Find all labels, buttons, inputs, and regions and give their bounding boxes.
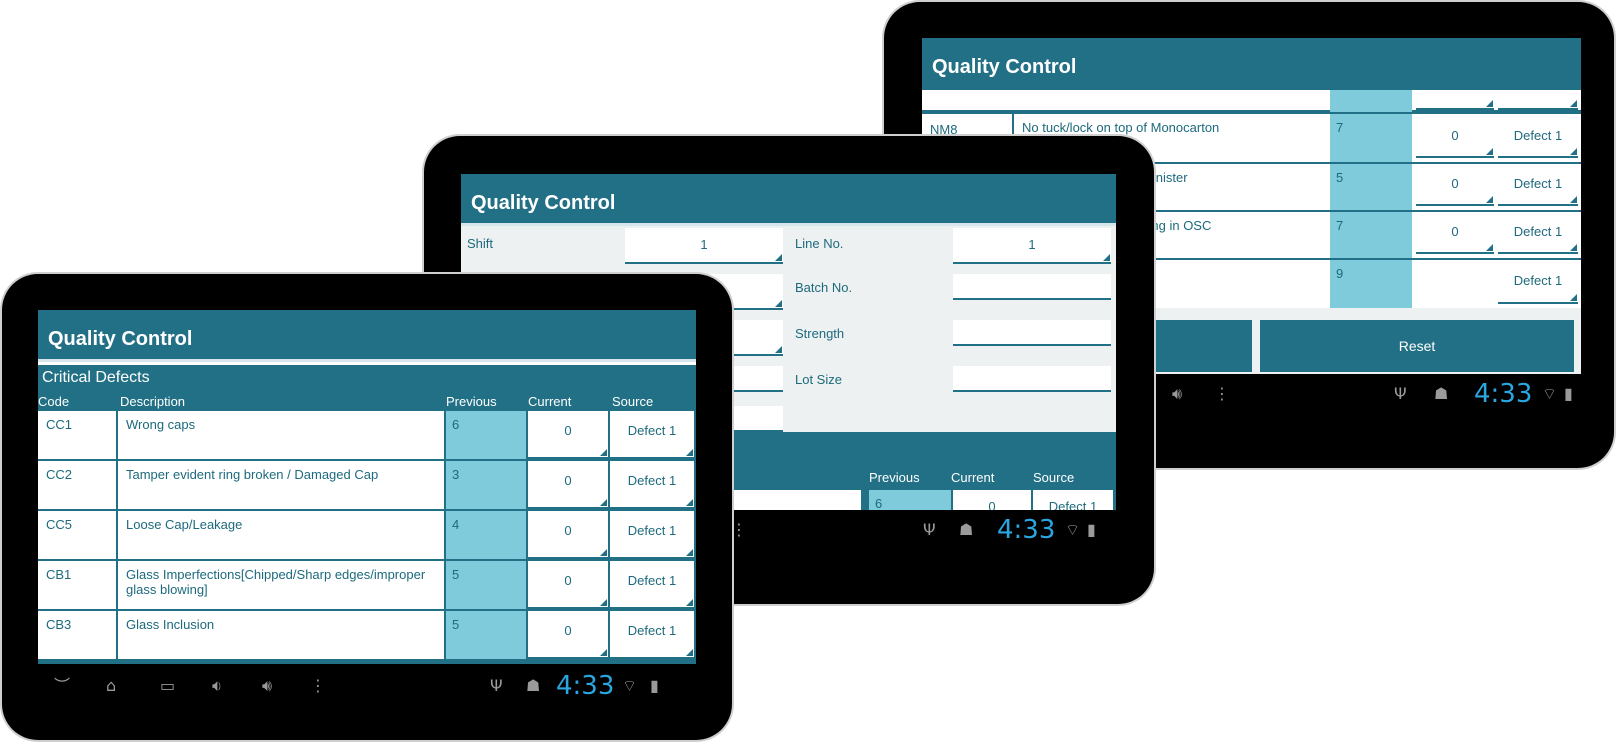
code-cell: CB1 xyxy=(38,561,116,609)
wifi-icon: ⌔ xyxy=(622,676,638,695)
volume-up-icon[interactable]: 🔊︎ xyxy=(1172,374,1182,414)
code-cell: NM8 xyxy=(930,122,958,137)
previous-cell: 3 xyxy=(446,461,526,509)
tablet-front: Quality Control Critical Defects Code De… xyxy=(2,274,732,740)
lot-size-label: Lot Size xyxy=(795,372,842,387)
current-dropdown[interactable]: 0 xyxy=(528,611,608,659)
previous-cell: 6 xyxy=(446,411,526,459)
previous-cell: 9 xyxy=(1330,260,1412,308)
app-title-bar: Quality Control xyxy=(38,310,696,362)
previous-cell: 5 xyxy=(446,561,526,609)
reset-button[interactable]: Reset xyxy=(1260,320,1574,372)
home-icon[interactable]: ⌂ xyxy=(106,666,116,706)
current-header: Current xyxy=(528,394,572,409)
batch-no-field[interactable] xyxy=(953,274,1111,300)
current-dropdown[interactable]: 0 xyxy=(1416,214,1494,254)
usb-icon: Ψ xyxy=(490,676,503,695)
shift-dropdown[interactable]: 1 xyxy=(625,228,783,264)
usb-icon: Ψ xyxy=(923,520,936,539)
previous-cell: 7 xyxy=(1330,212,1412,258)
source-dropdown[interactable]: Defect 1 xyxy=(610,461,694,509)
current-dropdown[interactable]: 0 xyxy=(1416,118,1494,158)
source-header: Source xyxy=(612,394,654,409)
tablet-front-screen: Quality Control Critical Defects Code De… xyxy=(38,310,696,664)
previous-cell: 5 xyxy=(1330,164,1412,210)
menu-icon[interactable]: ⋮ xyxy=(310,666,326,706)
volume-down-icon[interactable]: 🔉︎ xyxy=(212,666,222,706)
strength-field[interactable] xyxy=(953,320,1111,346)
code-cell: CB3 xyxy=(38,611,116,659)
battery-icon: ▮ xyxy=(650,676,659,695)
source-dropdown[interactable]: Defect 1 xyxy=(1498,262,1578,304)
previous-cell: 7 xyxy=(1330,114,1412,162)
menu-icon[interactable]: ⋮ xyxy=(1214,374,1230,414)
android-debug-icon: ☗ xyxy=(526,676,541,695)
source-dropdown[interactable]: Defect 1 xyxy=(610,561,694,609)
previous-header: Previous xyxy=(869,470,920,485)
line-no-dropdown[interactable]: 1 xyxy=(953,228,1111,264)
android-debug-icon: ☗ xyxy=(1434,384,1449,403)
current-dropdown[interactable]: 0 xyxy=(528,511,608,559)
source-dropdown[interactable]: Defect 1 xyxy=(1498,214,1578,254)
lot-size-field[interactable] xyxy=(953,366,1111,392)
section-title: Critical Defects xyxy=(42,369,150,386)
usb-icon: Ψ xyxy=(1394,384,1407,403)
previous-cell: 4 xyxy=(446,511,526,559)
code-header: Code xyxy=(38,394,70,409)
current-dropdown[interactable]: 0 xyxy=(528,411,608,459)
previous-cell-partial xyxy=(1330,90,1412,112)
description-cell: Tamper evident ring broken / Damaged Cap xyxy=(118,461,444,509)
current-dropdown-partial[interactable] xyxy=(1416,90,1494,110)
code-cell: CC1 xyxy=(38,411,116,459)
current-dropdown[interactable]: 0 xyxy=(528,561,608,609)
source-dropdown-partial[interactable] xyxy=(1498,90,1578,110)
clock: 4:33 xyxy=(556,671,615,701)
back-icon[interactable]: ︶ xyxy=(54,666,70,706)
description-cell: Glass Inclusion xyxy=(118,611,444,659)
line-no-label: Line No. xyxy=(795,236,844,251)
app-title-bar: Quality Control xyxy=(922,38,1581,90)
system-bar: ︶ ⌂ ▭ 🔉︎ 🔊︎ ⋮ Ψ ☗ 4:33 ⌔ ▮ xyxy=(38,666,696,706)
source-dropdown[interactable]: Defect 1 xyxy=(1498,118,1578,158)
android-debug-icon: ☗ xyxy=(959,520,974,539)
battery-icon: ▮ xyxy=(1564,384,1573,403)
description-header: Description xyxy=(120,394,186,409)
battery-icon: ▮ xyxy=(1087,520,1096,539)
code-cell: CC5 xyxy=(38,511,116,559)
source-header: Source xyxy=(1033,470,1075,485)
source-dropdown[interactable]: Defect 1 xyxy=(1498,166,1578,206)
description-cell: Wrong caps xyxy=(118,411,444,459)
current-dropdown[interactable]: 0 xyxy=(528,461,608,509)
current-dropdown[interactable]: 0 xyxy=(1416,166,1494,206)
source-dropdown[interactable]: Defect 1 xyxy=(610,411,694,459)
description-cell: Loose Cap/Leakage xyxy=(118,511,444,559)
wifi-icon: ⌔ xyxy=(1065,520,1081,539)
volume-up-icon[interactable]: 🔊︎ xyxy=(262,666,272,706)
previous-cell: 5 xyxy=(446,611,526,659)
batch-no-label: Batch No. xyxy=(795,280,853,295)
strength-label: Strength xyxy=(795,326,845,341)
clock: 4:33 xyxy=(997,515,1056,545)
clock: 4:33 xyxy=(1474,379,1533,409)
app-title-bar: Quality Control xyxy=(461,174,1116,226)
source-dropdown[interactable]: Defect 1 xyxy=(610,611,694,659)
current-header: Current xyxy=(951,470,995,485)
source-dropdown[interactable]: Defect 1 xyxy=(610,511,694,559)
description-cell: Glass Imperfections[Chipped/Sharp edges/… xyxy=(118,561,444,609)
recent-apps-icon[interactable]: ▭ xyxy=(160,666,175,706)
shift-label: Shift xyxy=(467,236,494,251)
previous-header: Previous xyxy=(446,394,497,409)
menu-icon[interactable]: ⋮ xyxy=(731,510,747,550)
code-cell: CC2 xyxy=(38,461,116,509)
current-cell xyxy=(1416,262,1494,306)
critical-defects-panel: Critical Defects Code Description Previo… xyxy=(38,365,696,664)
wifi-icon: ⌔ xyxy=(1542,384,1558,403)
